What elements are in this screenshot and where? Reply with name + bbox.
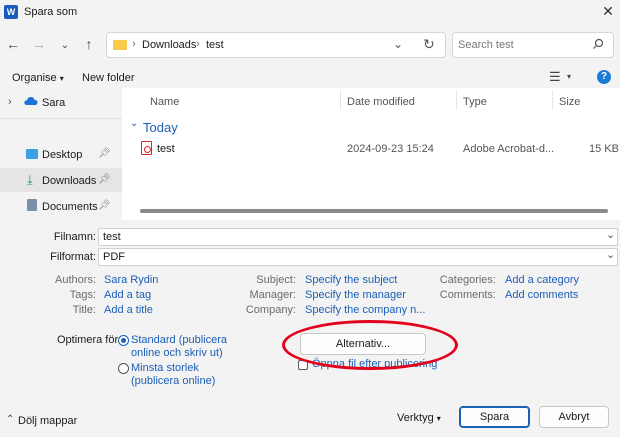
group-collapse-icon[interactable]: ⌄ (130, 118, 138, 129)
option-standard-line2: online och skriv ut) (131, 347, 223, 359)
forward-arrow-icon[interactable]: → (30, 36, 48, 52)
documents-icon (27, 199, 37, 211)
title-label: Title: (72, 304, 96, 316)
address-dropdown-icon[interactable]: ⌄ (393, 37, 403, 51)
file-type: Adobe Acrobat-d... (463, 143, 555, 155)
filetype-dropdown-icon[interactable]: ⌄ (606, 248, 615, 261)
column-header-name[interactable]: Name (150, 96, 179, 108)
window-title: Spara som (24, 6, 78, 18)
filename-field[interactable] (98, 228, 618, 246)
categories-label: Categories: (439, 274, 496, 286)
comments-value[interactable]: Add comments (505, 289, 578, 301)
manager-value[interactable]: Specify the manager (305, 289, 406, 301)
breadcrumb-downloads[interactable]: Downloads (142, 39, 196, 51)
column-header-date[interactable]: Date modified (347, 96, 415, 108)
search-input[interactable]: Search test (458, 39, 514, 51)
pdf-file-icon (141, 141, 152, 155)
sidebar-item-label: Downloads (42, 175, 97, 187)
sidebar-item-label: Desktop (42, 149, 83, 161)
cloud-icon (24, 96, 38, 109)
sidebar-item-documents[interactable]: Documents 📌︎ (0, 194, 122, 218)
filename-value: test (103, 231, 121, 243)
breadcrumb-separator-icon: › (196, 38, 200, 50)
option-standard-label[interactable]: Standard (publicera online och skriv ut) (131, 334, 227, 360)
folder-icon (113, 40, 127, 50)
search-icon[interactable] (592, 38, 604, 50)
pin-icon[interactable]: 📌︎ (98, 200, 111, 211)
categories-value[interactable]: Add a category (505, 274, 579, 286)
sidebar-item-sara[interactable]: Sara (24, 92, 120, 112)
file-size: 15 KB (589, 143, 619, 155)
filename-dropdown-icon[interactable]: ⌄ (606, 228, 615, 241)
column-separator[interactable] (456, 90, 457, 110)
column-header-type[interactable]: Type (463, 96, 487, 108)
column-separator[interactable] (340, 90, 341, 110)
filetype-select[interactable] (98, 248, 618, 266)
hide-folders-button[interactable]: Dölj mappar (18, 415, 77, 427)
tags-label: Tags: (69, 289, 96, 301)
view-dropdown-icon[interactable]: ▾ (567, 72, 571, 81)
annotation-ellipse (282, 320, 458, 370)
authors-value[interactable]: Sara Rydin (104, 274, 158, 286)
chevron-up-icon[interactable]: ⌃ (6, 414, 14, 425)
tags-value[interactable]: Add a tag (104, 289, 151, 301)
column-header-size[interactable]: Size (559, 96, 580, 108)
manager-label: Manager: (249, 289, 296, 301)
option-minimum-line1: Minsta storlek (131, 362, 199, 374)
optimize-label: Optimera för: (57, 334, 122, 346)
group-header-today[interactable]: Today (143, 120, 178, 135)
help-icon[interactable]: ? (597, 70, 611, 84)
column-separator[interactable] (552, 90, 553, 110)
title-bar (0, 0, 620, 26)
desktop-icon (26, 149, 38, 159)
filetype-value: PDF (103, 251, 125, 263)
company-value[interactable]: Specify the company n... (305, 304, 425, 316)
authors-label: Authors: (55, 274, 96, 286)
pin-icon[interactable]: 📌︎ (98, 174, 111, 185)
file-date: 2024-09-23 15:24 (347, 143, 434, 155)
subject-label: Subject: (256, 274, 296, 286)
horizontal-scrollbar[interactable] (140, 209, 608, 213)
breadcrumb-separator-icon: › (132, 38, 136, 50)
comments-label: Comments: (439, 289, 496, 301)
pin-icon[interactable]: 📌︎ (98, 148, 111, 159)
download-icon: ⤓ (27, 172, 33, 187)
filetype-label: Filformat: (50, 251, 96, 263)
filename-label: Filnamn: (53, 231, 96, 243)
sidebar-divider (0, 118, 122, 119)
option-standard-line1: Standard (publicera (131, 334, 228, 346)
expand-chevron-icon[interactable]: › (8, 96, 12, 108)
cancel-button[interactable]: Avbryt (539, 406, 609, 428)
tools-button[interactable]: Verktyg ▾ (397, 412, 441, 424)
word-app-icon: W (4, 5, 18, 19)
file-name: test (157, 143, 175, 155)
breadcrumb-test[interactable]: test (206, 39, 224, 51)
view-options-icon[interactable]: ☰ (549, 69, 561, 85)
radio-standard[interactable] (118, 335, 129, 346)
back-arrow-icon[interactable]: ← (4, 36, 22, 52)
close-icon[interactable]: ✕ (600, 3, 616, 20)
option-minimum-label[interactable]: Minsta storlek (publicera online) (131, 362, 215, 388)
organise-button[interactable]: Organise ▾ (12, 72, 64, 84)
sidebar-item-desktop[interactable]: Desktop 📌︎ (0, 142, 122, 166)
save-button[interactable]: Spara (459, 406, 530, 428)
subject-value[interactable]: Specify the subject (305, 274, 397, 286)
option-minimum-line2: (publicera online) (131, 375, 216, 387)
title-value[interactable]: Add a title (104, 304, 153, 316)
sidebar-item-label: Sara (42, 97, 66, 109)
sidebar-item-downloads[interactable]: ⤓ Downloads 📌︎ (0, 168, 122, 192)
up-arrow-icon[interactable]: ↑ (80, 36, 98, 52)
refresh-icon[interactable]: ↻ (423, 36, 435, 53)
company-label: Company: (245, 304, 296, 316)
sidebar-item-label: Documents (42, 201, 98, 213)
radio-minimum-size[interactable] (118, 363, 129, 374)
chevron-down-icon[interactable]: ⌄ (56, 40, 74, 51)
new-folder-button[interactable]: New folder (82, 72, 135, 84)
